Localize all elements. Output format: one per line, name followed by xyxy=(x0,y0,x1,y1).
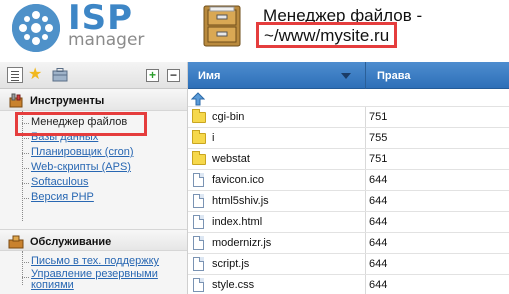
expand-all-icon[interactable]: + xyxy=(146,69,159,82)
file-name: index.html xyxy=(212,216,263,228)
table-row[interactable]: modernizr.js 644 xyxy=(188,233,509,254)
column-rights-header[interactable]: Права xyxy=(377,70,410,82)
logo-sub-text: manager xyxy=(68,30,145,50)
sidebar-item-support-letter[interactable]: Письмо в тех. поддержку xyxy=(22,254,187,269)
file-icon xyxy=(193,173,204,187)
logo-mark-icon xyxy=(12,4,60,52)
name-cell[interactable]: webstat xyxy=(188,149,366,169)
file-icon xyxy=(193,257,204,271)
folder-icon xyxy=(192,151,206,165)
file-name: script.js xyxy=(212,258,250,270)
name-cell[interactable]: index.html xyxy=(188,212,366,232)
sidebar-item-php-version[interactable]: Версия PHP xyxy=(22,190,187,205)
table-row[interactable]: index.html 644 xyxy=(188,212,509,233)
sidebar-item-web-scripts[interactable]: Web-скрипты (APS) xyxy=(22,160,187,175)
current-path: ~/www/mysite.ru xyxy=(256,22,398,48)
app-header: ISP manager Менеджер файлов - ~/www/mysi… xyxy=(0,0,509,60)
group-service-header[interactable]: Обслуживание xyxy=(0,229,187,251)
column-name-header[interactable]: Имя xyxy=(198,70,220,82)
file-permissions: 755 xyxy=(369,132,388,144)
file-table: Имя Права cgi-bin 751 i 755 webstat 751 favico… xyxy=(188,62,509,294)
service-tree: Письмо в тех. поддержку Управление резер… xyxy=(0,251,187,293)
sidebar-item-backups[interactable]: Управление резервными копиями xyxy=(22,269,187,293)
file-permissions: 644 xyxy=(369,216,388,228)
group-service-title: Обслуживание xyxy=(30,236,112,248)
sidebar-item-softaculous[interactable]: Softaculous xyxy=(22,175,187,190)
file-permissions: 751 xyxy=(369,111,388,123)
sort-desc-icon[interactable] xyxy=(341,73,351,79)
group-tools-title: Инструменты xyxy=(30,95,105,107)
table-row[interactable]: i 755 xyxy=(188,128,509,149)
file-permissions: 644 xyxy=(369,258,388,270)
file-permissions: 644 xyxy=(369,195,388,207)
file-cabinet-icon xyxy=(200,4,244,48)
group-tools-header[interactable]: Инструменты xyxy=(0,89,187,111)
file-name: webstat xyxy=(212,153,250,165)
file-icon xyxy=(193,215,204,229)
file-permissions: 644 xyxy=(369,174,388,186)
highlight-file-manager xyxy=(15,112,147,136)
file-name: html5shiv.js xyxy=(212,195,269,207)
table-row[interactable]: cgi-bin 751 xyxy=(188,107,509,128)
name-cell[interactable]: cgi-bin xyxy=(188,107,366,127)
file-permissions: 644 xyxy=(369,279,388,291)
file-icon xyxy=(193,236,204,250)
name-cell[interactable]: favicon.ico xyxy=(188,170,366,190)
folder-icon xyxy=(192,109,206,123)
sidebar-item-cron[interactable]: Планировщик (cron) xyxy=(22,145,187,160)
up-folder-icon[interactable] xyxy=(190,92,206,106)
file-permissions: 751 xyxy=(369,153,388,165)
folder-icon xyxy=(192,130,206,144)
file-name: modernizr.js xyxy=(212,237,272,249)
service-icon xyxy=(8,233,24,249)
collapse-all-icon[interactable]: − xyxy=(167,69,180,82)
name-cell[interactable]: i xyxy=(188,128,366,148)
column-divider[interactable] xyxy=(365,62,366,89)
list-view-icon[interactable] xyxy=(7,67,23,83)
file-name: style.css xyxy=(212,279,255,291)
file-permissions: 644 xyxy=(369,237,388,249)
table-row[interactable]: webstat 751 xyxy=(188,149,509,170)
table-header: Имя Права xyxy=(188,62,509,89)
tools-icon xyxy=(8,92,24,108)
name-cell[interactable]: modernizr.js xyxy=(188,233,366,253)
name-cell[interactable]: html5shiv.js xyxy=(188,191,366,211)
file-name: cgi-bin xyxy=(212,111,245,123)
sidebar-toolbar: ★ + − xyxy=(0,62,187,89)
sidebar: ★ + − Инструменты Менеджер файлов Базы д… xyxy=(0,62,188,294)
name-cell[interactable]: style.css xyxy=(188,275,366,294)
file-icon xyxy=(193,194,204,208)
name-cell[interactable]: script.js xyxy=(188,254,366,274)
file-name: favicon.ico xyxy=(212,174,264,186)
file-icon xyxy=(193,278,204,292)
file-name: i xyxy=(212,132,215,144)
isp-manager-logo[interactable]: ISP manager xyxy=(12,0,162,52)
table-row[interactable]: script.js 644 xyxy=(188,254,509,275)
table-row[interactable]: favicon.ico 644 xyxy=(188,170,509,191)
table-row[interactable]: html5shiv.js 644 xyxy=(188,191,509,212)
table-row[interactable]: style.css 644 xyxy=(188,275,509,294)
table-row-up[interactable] xyxy=(188,89,509,107)
favorites-star-icon[interactable]: ★ xyxy=(28,67,44,83)
briefcase-icon[interactable] xyxy=(52,67,68,83)
